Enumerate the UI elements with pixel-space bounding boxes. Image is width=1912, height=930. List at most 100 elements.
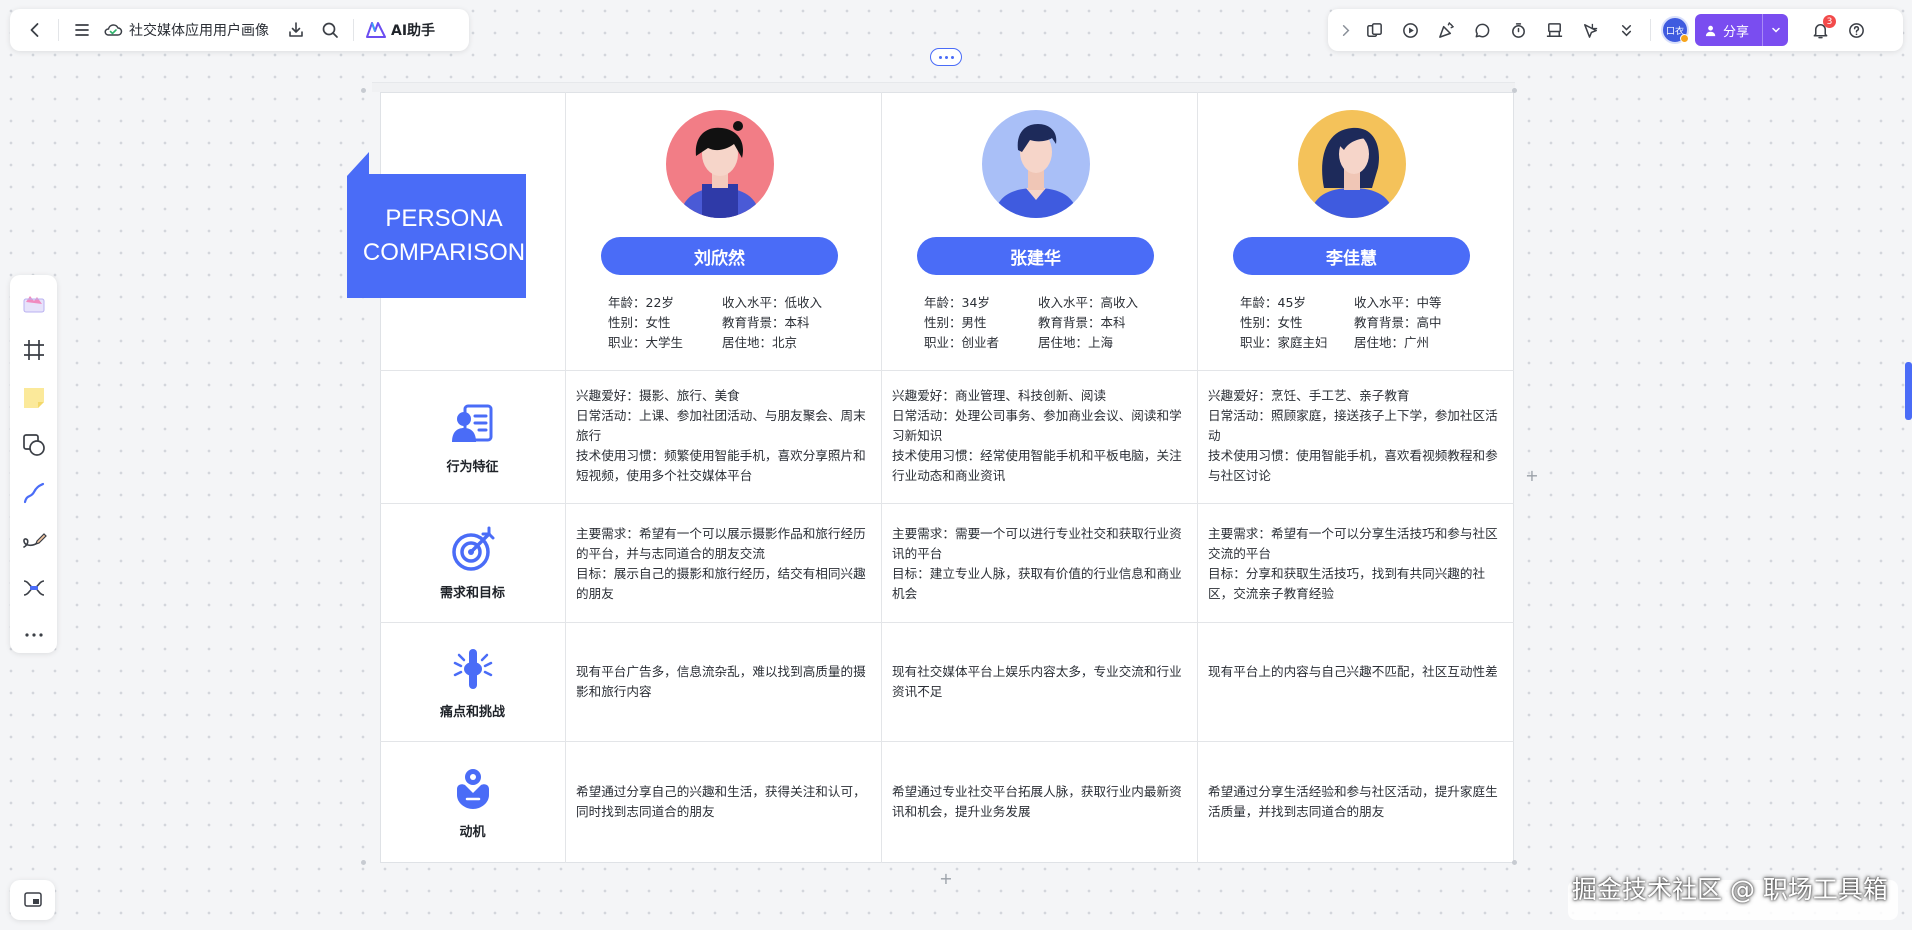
motivation-icon [456, 768, 489, 809]
persona-avatar-2 [982, 110, 1090, 218]
persona-gender: 性别：女性 [1240, 315, 1303, 330]
ai-assistant-button[interactable]: AI助手 [360, 20, 441, 40]
document-title[interactable]: 社交媒体应用用户画像 [99, 20, 279, 40]
needs-cell-1[interactable]: 主要需求：希望有一个可以展示摄影作品和旅行经历的平台，并与志同道合的朋友交流 目… [566, 524, 882, 604]
persona-card-1[interactable]: 刘欣然 年龄：22岁 收入水平：低收入 性别：女性 教育背景：本科 职业：大学生… [566, 92, 882, 370]
user-avatar[interactable]: 口衣 [1661, 16, 1689, 44]
add-column-button[interactable]: + [1524, 468, 1540, 484]
cell-line: 技术使用习惯：频繁使用智能手机，喜欢分享照片和短视频，使用多个社交媒体平台 [576, 448, 866, 483]
pen-icon [22, 533, 47, 549]
persona-city: 居住地：北京 [722, 335, 798, 350]
ellipsis-icon [24, 633, 43, 637]
presence-dot [1680, 34, 1689, 43]
search-icon [322, 22, 338, 38]
template-library-tool[interactable] [16, 285, 52, 321]
vertical-scroll-handle[interactable] [1905, 362, 1912, 420]
search-button[interactable] [313, 13, 347, 47]
behavior-cell-3[interactable]: 兴趣爱好：烹饪、手工艺、亲子教育 日常活动：照顾家庭，接送孩子上下学，参加社区活… [1198, 386, 1514, 486]
cloud-sync-icon [104, 24, 123, 36]
vote-icon [1546, 22, 1562, 37]
toolbar-divider [1650, 19, 1651, 41]
add-row-button[interactable]: + [938, 871, 954, 887]
persona-income: 收入水平：高收入 [1038, 295, 1139, 310]
cell-line: 现有平台上的内容与自己兴趣不匹配，社区互动性差 [1208, 664, 1498, 679]
minimap-icon [23, 892, 42, 907]
board-title-block[interactable]: PERSONA COMPARISON [362, 174, 526, 298]
row-label-text: 痛点和挑战 [439, 704, 505, 720]
timer-button[interactable] [1500, 13, 1536, 47]
motivation-cell-2[interactable]: 希望通过专业社交平台拓展人脉，获取行业内最新资讯和机会，提升业务发展 [882, 782, 1198, 822]
menu-button[interactable] [65, 13, 99, 47]
more-tools-button[interactable] [1608, 13, 1644, 47]
cell-line: 现有平台广告多，信息流杂乱，难以找到高质量的摄影和旅行内容 [576, 664, 866, 699]
row-label-text: 需求和目标 [439, 585, 505, 601]
needs-cell-2[interactable]: 主要需求：需要一个可以进行专业社交和获取行业资讯的平台 目标：建立专业人脉，获取… [882, 524, 1198, 604]
follow-button[interactable] [1572, 13, 1608, 47]
notifications-button[interactable]: 3 [1802, 13, 1838, 47]
pain-cell-3[interactable]: 现有平台上的内容与自己兴趣不匹配，社区互动性差 [1198, 662, 1514, 682]
left-tool-rail [10, 275, 57, 653]
persona-gender: 性别：男性 [924, 315, 987, 330]
persona-gender: 性别：女性 [608, 315, 671, 330]
frame-corner-handle[interactable] [361, 860, 366, 865]
toolbar-divider [353, 19, 354, 41]
man-avatar-icon [982, 110, 1090, 218]
cell-line: 日常活动：照顾家庭，接送孩子上下学，参加社区活动 [1208, 408, 1498, 443]
more-tools-button[interactable] [16, 618, 52, 654]
frame-tool[interactable] [16, 333, 52, 369]
shape-tool[interactable] [16, 428, 52, 464]
persona-education: 教育背景：高中 [1354, 315, 1442, 330]
frame-corner-handle[interactable] [361, 88, 366, 93]
user-profile-icon [451, 404, 492, 442]
top-left-toolbar: 社交媒体应用用户画像 AI助手 [10, 9, 469, 51]
help-button[interactable] [1838, 13, 1874, 47]
connector-tool[interactable] [16, 475, 52, 511]
motivation-cell-1[interactable]: 希望通过分享自己的兴趣和生活，获得关注和认可，同时找到志同道合的朋友 [566, 782, 882, 822]
sticky-note-tool[interactable] [16, 380, 52, 416]
download-button[interactable] [279, 13, 313, 47]
cell-line: 现有社交媒体平台上娱乐内容太多，专业交流和行业资讯不足 [892, 664, 1182, 699]
share-label: 分享 [1723, 24, 1750, 40]
row-label-text: 动机 [459, 824, 486, 840]
persona-income: 收入水平：低收入 [722, 295, 823, 310]
pen-tool[interactable] [16, 523, 52, 559]
celebrate-button[interactable] [1428, 13, 1464, 47]
pain-cell-2[interactable]: 现有社交媒体平台上娱乐内容太多，专业交流和行业资讯不足 [882, 662, 1198, 702]
needs-cell-3[interactable]: 主要需求：希望有一个可以分享生活技巧和参与社区交流的平台 目标：分享和获取生活技… [1198, 524, 1514, 604]
back-button[interactable] [18, 13, 52, 47]
row-label-motivation: 动机 [380, 742, 565, 862]
persona-name-1: 刘欣然 [601, 237, 838, 275]
frame-options-handle[interactable] [930, 48, 962, 66]
persona-education: 教育背景：本科 [722, 315, 810, 330]
motivation-cell-3[interactable]: 希望通过分享生活经验和参与社区活动，提升家庭生活质量，并找到志同道合的朋友 [1198, 782, 1514, 822]
minimap-toggle[interactable] [10, 880, 55, 920]
cell-line: 希望通过分享生活经验和参与社区活动，提升家庭生活质量，并找到志同道合的朋友 [1208, 784, 1498, 819]
double-chevron-down-icon [1621, 24, 1631, 36]
chevron-right-icon [1342, 24, 1349, 36]
present-button[interactable] [1392, 13, 1428, 47]
share-dropdown-button[interactable] [1762, 14, 1788, 46]
party-popper-icon [1438, 21, 1454, 38]
vote-button[interactable] [1536, 13, 1572, 47]
persona-card-2[interactable]: 张建华 年龄：34岁 收入水平：高收入 性别：男性 教育背景：本科 职业：创业者… [882, 92, 1198, 370]
behavior-cell-1[interactable]: 兴趣爱好：摄影、旅行、美食 日常活动：上课、参加社团活动、与朋友聚会、周末旅行 … [566, 386, 882, 486]
collapse-toolbar-button[interactable] [1334, 13, 1356, 47]
board-title-line-1: PERSONA [385, 205, 503, 232]
mindmap-tool[interactable] [16, 570, 52, 606]
persona-card-3[interactable]: 李佳慧 年龄：45岁 收入水平：中等 性别：女性 教育背景：高中 职业：家庭主妇… [1198, 92, 1514, 370]
row-label-pain: 痛点和挑战 [380, 623, 565, 741]
share-button[interactable]: 分享 [1695, 14, 1789, 46]
frame-corner-handle[interactable] [1512, 860, 1517, 865]
behavior-cell-2[interactable]: 兴趣爱好：商业管理、科技创新、阅读 日常活动：处理公司事务、参加商业会议、阅读和… [882, 386, 1198, 486]
flag-cursor-icon [1583, 23, 1597, 38]
persona-name-2: 张建华 [917, 237, 1154, 275]
cell-line: 希望通过专业社交平台拓展人脉，获取行业内最新资讯和机会，提升业务发展 [892, 784, 1182, 819]
persona-city: 居住地：广州 [1354, 335, 1430, 350]
pain-cell-1[interactable]: 现有平台广告多，信息流杂乱，难以找到高质量的摄影和旅行内容 [566, 662, 882, 702]
template-button[interactable] [1356, 13, 1392, 47]
play-circle-icon [1402, 22, 1418, 38]
board-title-line-2: COMPARISON [362, 239, 526, 266]
comment-button[interactable] [1464, 13, 1500, 47]
persona-info-1: 年龄：22岁 收入水平：低收入 性别：女性 教育背景：本科 职业：大学生 居住地… [608, 294, 848, 352]
shape-icon [22, 434, 45, 457]
